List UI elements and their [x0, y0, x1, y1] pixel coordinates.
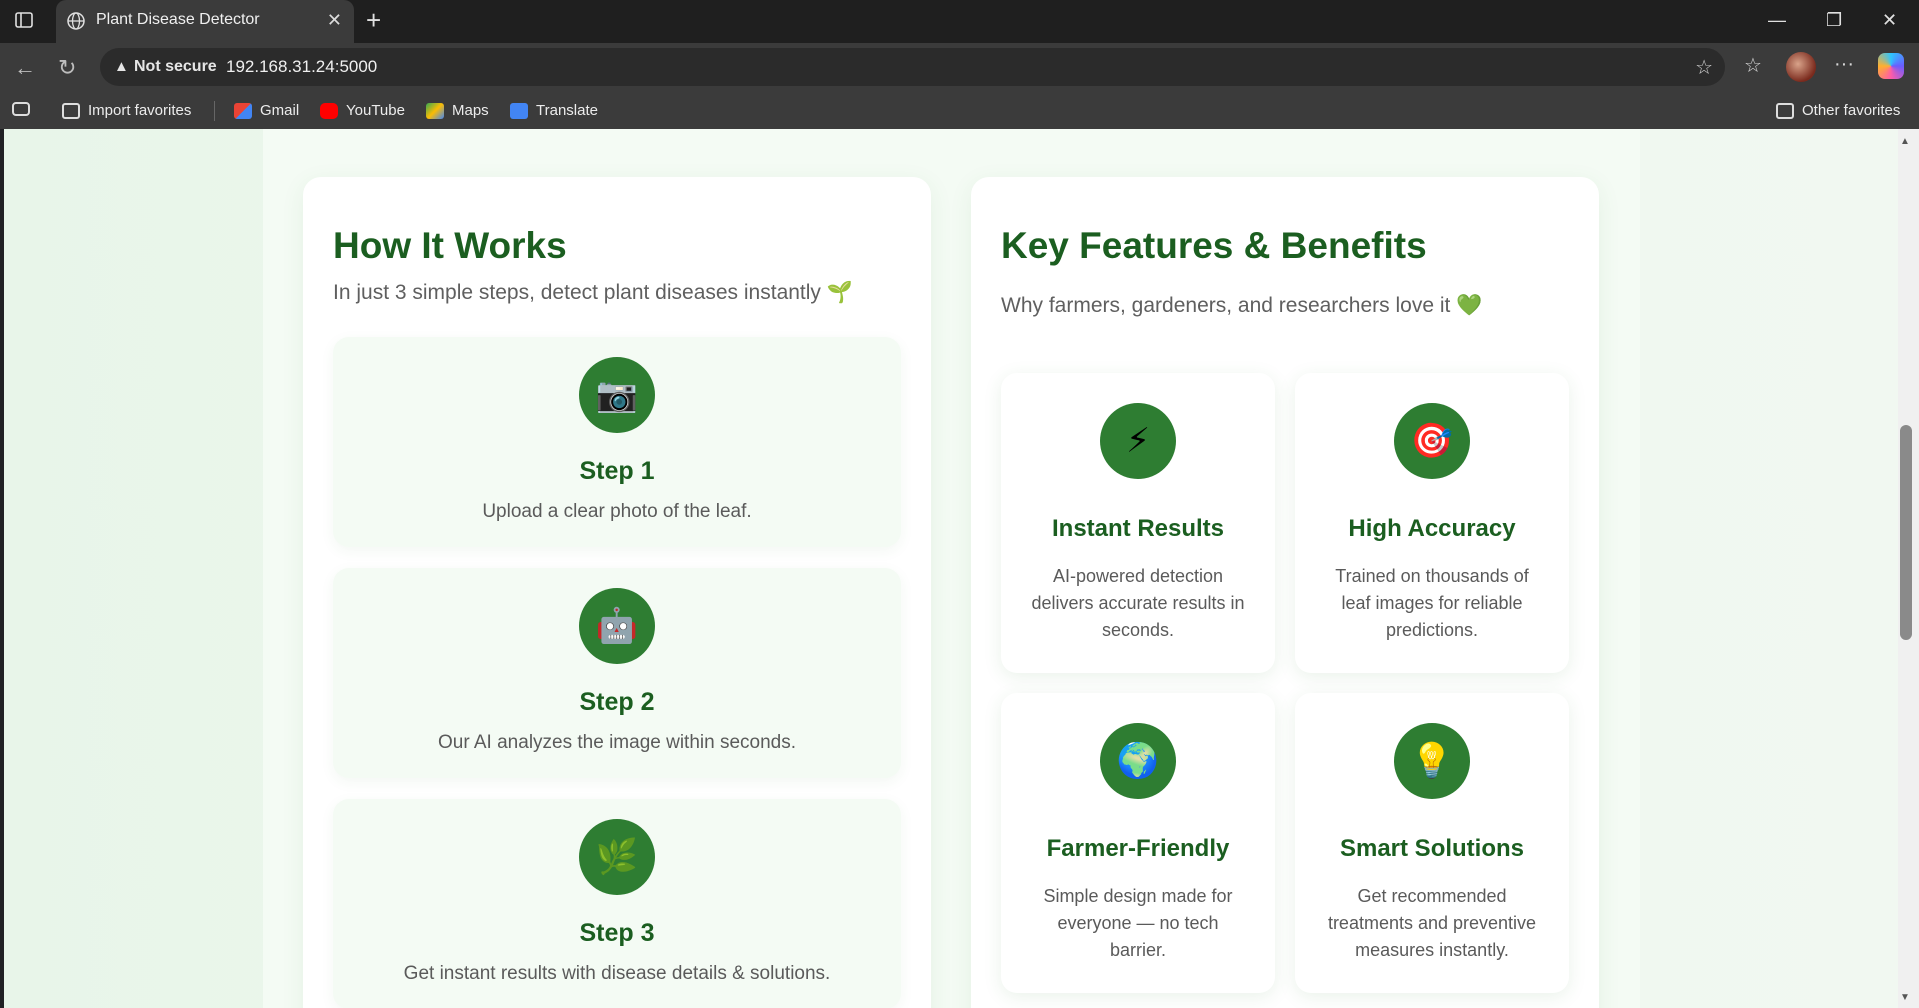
- feature-description: Simple design made for everyone — no tec…: [1043, 886, 1233, 960]
- warning-icon: ▲: [114, 58, 129, 75]
- close-window-button[interactable]: ✕: [1882, 10, 1897, 31]
- bookmark-label: Import favorites: [88, 102, 192, 119]
- step-description: Our AI analyzes the image within seconds…: [437, 732, 797, 753]
- bookmark-label: Other favorites: [1802, 102, 1901, 119]
- minimize-button[interactable]: —: [1768, 10, 1786, 31]
- feature-card-smart-solutions: 💡 Smart Solutions Get recommended treatm…: [1295, 693, 1569, 993]
- bookmark-import-favorites[interactable]: Import favorites: [62, 102, 191, 119]
- lightbulb-icon: 💡: [1394, 723, 1470, 799]
- page-viewport: How It Works In just 3 simple steps, det…: [4, 129, 1898, 1008]
- new-tab-button[interactable]: +: [366, 6, 381, 34]
- tab-title: Plant Disease Detector: [96, 11, 260, 28]
- address-bar[interactable]: ▲ Not secure 192.168.31.24:5000 ☆: [100, 48, 1725, 86]
- step-card-1: 📷 Step 1 Upload a clear photo of the lea…: [333, 337, 901, 547]
- camera-icon: 📷: [579, 357, 655, 433]
- translate-icon: [510, 102, 528, 119]
- bookmark-label: Gmail: [260, 102, 300, 119]
- security-label[interactable]: Not secure: [134, 58, 217, 76]
- scroll-up-icon[interactable]: ▲: [1900, 136, 1910, 147]
- step-description: Get instant results with disease details…: [403, 963, 831, 984]
- favorite-star-icon[interactable]: ☆: [1695, 55, 1713, 80]
- bookmark-other-favorites[interactable]: Other favorites: [1776, 102, 1900, 119]
- back-button[interactable]: ←: [14, 55, 36, 81]
- globe-icon: 🌍: [1100, 723, 1176, 799]
- bookmarks-bar: Import favorites Gmail YouTube Maps Tran…: [0, 93, 1919, 129]
- bookmark-translate[interactable]: Translate: [510, 102, 598, 119]
- features-subtitle: Why farmers, gardeners, and researchers …: [1001, 294, 1483, 317]
- feature-title: Farmer-Friendly: [1046, 835, 1230, 862]
- step-description: Upload a clear photo of the leaf.: [482, 501, 752, 522]
- tab-actions-icon[interactable]: [14, 10, 34, 30]
- feature-card-farmer-friendly: 🌍 Farmer-Friendly Simple design made for…: [1001, 693, 1275, 993]
- bookmark-separator: [214, 101, 215, 121]
- close-tab-icon[interactable]: ✕: [327, 10, 342, 31]
- step-card-3: 🌿 Step 3 Get instant results with diseas…: [333, 799, 901, 1008]
- address-toolbar: ← ↻ ▲ Not secure 192.168.31.24:5000 ☆ ☆ …: [0, 43, 1919, 93]
- copilot-icon[interactable]: [1878, 53, 1904, 79]
- reading-view-icon[interactable]: [12, 102, 30, 116]
- maps-icon: [426, 102, 444, 119]
- how-it-works-title: How It Works: [333, 225, 567, 266]
- feature-title: Smart Solutions: [1339, 835, 1525, 862]
- target-icon: 🎯: [1394, 403, 1470, 479]
- bookmark-youtube[interactable]: YouTube: [320, 102, 405, 119]
- how-it-works-card: How It Works In just 3 simple steps, det…: [303, 177, 931, 1008]
- title-bar: Plant Disease Detector ✕ + — ❐ ✕: [0, 0, 1919, 43]
- features-card: Key Features & Benefits Why farmers, gar…: [971, 177, 1599, 1008]
- step-title: Step 2: [579, 688, 655, 716]
- bookmark-label: Maps: [452, 102, 489, 119]
- how-it-works-subtitle: In just 3 simple steps, detect plant dis…: [333, 281, 853, 304]
- feature-card-instant-results: ⚡ Instant Results AI-powered detection d…: [1001, 373, 1275, 673]
- lightning-icon: ⚡: [1100, 403, 1176, 479]
- globe-icon: [67, 12, 85, 30]
- feature-title: Instant Results: [1051, 515, 1225, 542]
- feature-description: Trained on thousands of leaf images for …: [1335, 566, 1529, 640]
- feature-description: Get recommended treatments and preventiv…: [1327, 886, 1537, 960]
- profile-avatar[interactable]: [1786, 52, 1816, 82]
- step-title: Step 3: [579, 919, 655, 947]
- feature-title: High Accuracy: [1348, 515, 1516, 542]
- import-icon: [62, 102, 80, 119]
- youtube-icon: [320, 102, 338, 119]
- feature-description: AI-powered detection delivers accurate r…: [1031, 566, 1245, 640]
- reload-button[interactable]: ↻: [58, 55, 76, 81]
- features-title: Key Features & Benefits: [1001, 225, 1427, 266]
- browser-tab[interactable]: Plant Disease Detector ✕: [56, 0, 354, 43]
- bookmark-label: YouTube: [346, 102, 405, 119]
- herb-icon: 🌿: [579, 819, 655, 895]
- url-text[interactable]: 192.168.31.24:5000: [226, 57, 377, 77]
- gmail-icon: [234, 102, 252, 119]
- bookmark-label: Translate: [536, 102, 598, 119]
- robot-icon: 🤖: [579, 588, 655, 664]
- scroll-down-icon[interactable]: ▼: [1900, 992, 1910, 1003]
- restore-button[interactable]: ❐: [1826, 10, 1842, 31]
- feature-card-high-accuracy: 🎯 High Accuracy Trained on thousands of …: [1295, 373, 1569, 673]
- favorites-icon[interactable]: ☆: [1744, 53, 1762, 78]
- folder-icon: [1776, 102, 1794, 119]
- bookmark-maps[interactable]: Maps: [426, 102, 489, 119]
- scrollbar-thumb[interactable]: [1900, 425, 1912, 640]
- step-title: Step 1: [579, 457, 655, 485]
- bookmark-gmail[interactable]: Gmail: [234, 102, 299, 119]
- step-card-2: 🤖 Step 2 Our AI analyzes the image withi…: [333, 568, 901, 778]
- more-menu-icon[interactable]: ···: [1834, 53, 1854, 76]
